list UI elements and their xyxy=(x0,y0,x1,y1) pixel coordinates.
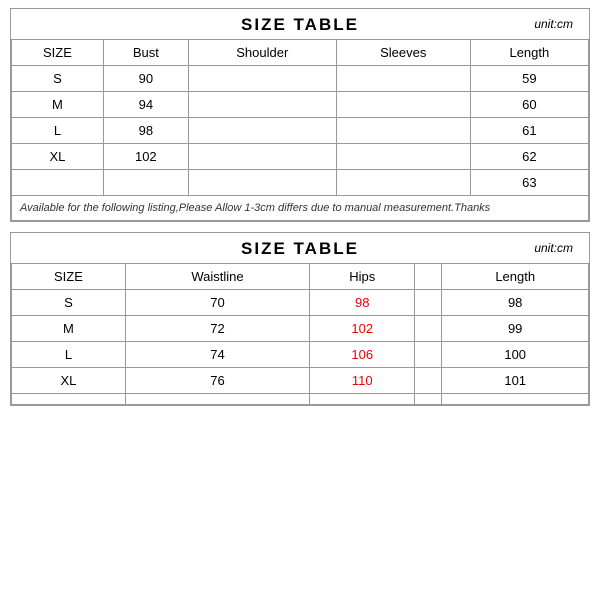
table-cell: 72 xyxy=(125,316,309,342)
table2-title: SIZE TABLE xyxy=(241,239,359,258)
table2-col-hips: Hips xyxy=(310,264,415,290)
table-cell: 106 xyxy=(310,342,415,368)
table-row: S90 59 xyxy=(12,66,589,92)
table1-note-row: Available for the following listing,Plea… xyxy=(12,196,589,221)
table-cell: 98 xyxy=(442,290,589,316)
table-cell xyxy=(188,66,336,92)
table-cell: 99 xyxy=(442,316,589,342)
table-row: XL76110 101 xyxy=(12,368,589,394)
table2-table: SIZE Waistline Hips Length S709898M72102… xyxy=(11,263,589,405)
table-row: S709898 xyxy=(12,290,589,316)
table-cell: S xyxy=(12,66,104,92)
table1-note: Available for the following listing,Plea… xyxy=(12,196,589,221)
table1-title-row: SIZE TABLE unit:cm xyxy=(11,9,589,39)
table-cell xyxy=(310,394,415,405)
table2-title-row: SIZE TABLE unit:cm xyxy=(11,233,589,263)
table-cell xyxy=(188,144,336,170)
table1-table: SIZE Bust Shoulder Sleeves Length S9059M… xyxy=(11,39,589,221)
table1-col-size: SIZE xyxy=(12,40,104,66)
table-cell: 60 xyxy=(470,92,588,118)
table-row: L98 61 xyxy=(12,118,589,144)
table-cell: 74 xyxy=(125,342,309,368)
table-cell: 100 xyxy=(442,342,589,368)
table1-col-shoulder: Shoulder xyxy=(188,40,336,66)
table-cell xyxy=(336,118,470,144)
size-table-2: SIZE TABLE unit:cm SIZE Waistline Hips L… xyxy=(10,232,590,406)
table2-col-waistline: Waistline xyxy=(125,264,309,290)
table-row: M94 60 xyxy=(12,92,589,118)
table-row xyxy=(12,394,589,405)
table-cell xyxy=(12,394,126,405)
size-table-1: SIZE TABLE unit:cm SIZE Bust Shoulder Sl… xyxy=(10,8,590,222)
table-cell: 61 xyxy=(470,118,588,144)
table2-col-empty xyxy=(415,264,442,290)
table-cell: S xyxy=(12,290,126,316)
table-row: XL102 62 xyxy=(12,144,589,170)
table2-unit: unit:cm xyxy=(534,241,573,255)
table2-col-length: Length xyxy=(442,264,589,290)
table-cell xyxy=(442,394,589,405)
table-cell xyxy=(415,290,442,316)
table-cell xyxy=(415,342,442,368)
table-row: 63 xyxy=(12,170,589,196)
table-cell xyxy=(103,170,188,196)
table-cell xyxy=(188,92,336,118)
table-cell: 90 xyxy=(103,66,188,92)
table-cell: 76 xyxy=(125,368,309,394)
table-cell: 62 xyxy=(470,144,588,170)
table-cell xyxy=(125,394,309,405)
table-row: M72102 99 xyxy=(12,316,589,342)
table-cell: 98 xyxy=(103,118,188,144)
table1-title: SIZE TABLE xyxy=(241,15,359,34)
table-row: L74106 100 xyxy=(12,342,589,368)
table-cell: 101 xyxy=(442,368,589,394)
table-cell: M xyxy=(12,316,126,342)
table1-col-length: Length xyxy=(470,40,588,66)
table-cell xyxy=(188,118,336,144)
table-cell xyxy=(336,92,470,118)
page: SIZE TABLE unit:cm SIZE Bust Shoulder Sl… xyxy=(0,0,600,600)
table-cell xyxy=(336,66,470,92)
table-cell xyxy=(336,144,470,170)
table-cell xyxy=(415,316,442,342)
table-cell: XL xyxy=(12,368,126,394)
table-cell: 70 xyxy=(125,290,309,316)
table-cell: L xyxy=(12,118,104,144)
table-cell: 59 xyxy=(470,66,588,92)
table-cell xyxy=(188,170,336,196)
table-cell xyxy=(12,170,104,196)
table1-col-bust: Bust xyxy=(103,40,188,66)
table-cell xyxy=(415,368,442,394)
table-cell: 98 xyxy=(310,290,415,316)
table-cell: 110 xyxy=(310,368,415,394)
table-cell: XL xyxy=(12,144,104,170)
table-cell xyxy=(336,170,470,196)
table-cell: 102 xyxy=(103,144,188,170)
table2-col-size: SIZE xyxy=(12,264,126,290)
table1-unit: unit:cm xyxy=(534,17,573,31)
table1-header-row: SIZE Bust Shoulder Sleeves Length xyxy=(12,40,589,66)
table-cell: 102 xyxy=(310,316,415,342)
table-cell: 94 xyxy=(103,92,188,118)
table1-col-sleeves: Sleeves xyxy=(336,40,470,66)
table-cell: 63 xyxy=(470,170,588,196)
table-cell: L xyxy=(12,342,126,368)
table-cell xyxy=(415,394,442,405)
table-cell: M xyxy=(12,92,104,118)
table2-header-row: SIZE Waistline Hips Length xyxy=(12,264,589,290)
